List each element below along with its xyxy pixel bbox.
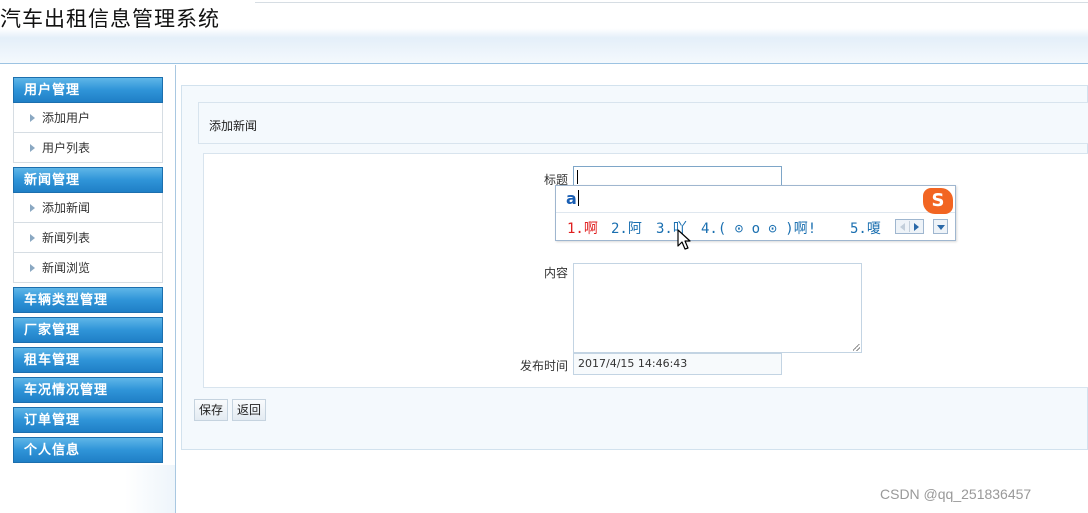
menu-group-profile: 个人信息: [13, 437, 163, 463]
menu-head-user-management[interactable]: 用户管理: [13, 77, 163, 103]
arrow-right-icon: [30, 144, 35, 152]
ime-candidate[interactable]: 5.嗄: [850, 218, 881, 238]
sidebar-item-add-user[interactable]: 添加用户: [13, 103, 163, 133]
menu-head-manufacturer[interactable]: 厂家管理: [13, 317, 163, 343]
menu-head-vehicle-condition[interactable]: 车况情况管理: [13, 377, 163, 403]
section-title: 添加新闻: [209, 119, 258, 133]
ime-candidate-window: a S 1.啊 2.阿 3.吖 4.( ⊙ o ⊙ )啊! 5.嗄: [555, 185, 956, 241]
ime-composition: a: [566, 189, 579, 208]
sidebar-item-label: 新闻浏览: [42, 261, 91, 275]
menu-head-news-management[interactable]: 新闻管理: [13, 167, 163, 193]
publish-time-input[interactable]: 2017/4/15 14:46:43: [573, 353, 782, 375]
content-label: 内容: [543, 266, 568, 280]
app-title: 汽车出租信息管理系统: [0, 7, 220, 31]
ime-composition-text: a: [566, 189, 577, 208]
menu-head-rental[interactable]: 租车管理: [13, 347, 163, 373]
sidebar-item-add-news[interactable]: 添加新闻: [13, 193, 163, 223]
arrow-right-icon: [30, 264, 35, 272]
sidebar-item-label: 添加用户: [42, 111, 91, 125]
ime-caret: [577, 190, 579, 206]
main-panel: 添加新闻 标题 内容 发布时间 2017/4/15 14:46:43 保存 返回: [181, 85, 1088, 450]
mouse-pointer-icon: [677, 229, 691, 250]
publish-time-label: 发布时间: [519, 359, 568, 373]
arrow-right-icon: [30, 114, 35, 122]
sidebar-item-label: 新闻列表: [42, 231, 91, 245]
menu-group-news: 新闻管理 添加新闻 新闻列表 新闻浏览: [13, 167, 163, 283]
ime-composition-bar: a S: [556, 186, 955, 214]
sidebar-item-news-browse[interactable]: 新闻浏览: [13, 253, 163, 283]
back-button[interactable]: 返回: [232, 399, 267, 421]
ime-menu-button[interactable]: [933, 219, 948, 234]
ime-nav-divider: [909, 221, 910, 232]
sogou-logo-icon[interactable]: S: [923, 188, 953, 214]
sidebar-item-user-list[interactable]: 用户列表: [13, 133, 163, 163]
menu-group-manufacturer: 厂家管理: [13, 317, 163, 343]
app-header: 汽车出租信息管理系统: [0, 0, 1088, 64]
ime-candidate[interactable]: 4.( ⊙ o ⊙ )啊!: [701, 218, 816, 238]
menu-head-orders[interactable]: 订单管理: [13, 407, 163, 433]
ime-page-nav: [895, 219, 924, 234]
save-button[interactable]: 保存: [194, 399, 229, 421]
sidebar-fade: [125, 465, 175, 513]
section-header: 添加新闻: [198, 102, 1088, 144]
arrow-right-icon: [30, 234, 35, 242]
menu-group-vehicle-type: 车辆类型管理: [13, 287, 163, 313]
menu-group-user: 用户管理 添加用户 用户列表: [13, 77, 163, 163]
menu-group-orders: 订单管理: [13, 407, 163, 433]
sidebar-item-label: 添加新闻: [42, 201, 91, 215]
menu-head-vehicle-type[interactable]: 车辆类型管理: [13, 287, 163, 313]
sidebar-item-news-list[interactable]: 新闻列表: [13, 223, 163, 253]
arrow-left-icon[interactable]: [900, 223, 905, 231]
sidebar-item-label: 用户列表: [42, 141, 91, 155]
ime-candidate[interactable]: 1.啊: [567, 218, 598, 238]
menu-group-vehicle-condition: 车况情况管理: [13, 377, 163, 403]
menu-group-rental: 租车管理: [13, 347, 163, 373]
resize-grip-icon[interactable]: [853, 344, 860, 351]
menu-head-profile[interactable]: 个人信息: [13, 437, 163, 463]
chevron-down-icon: [937, 225, 945, 230]
ime-candidate[interactable]: 2.阿: [611, 218, 642, 238]
arrow-right-icon[interactable]: [914, 223, 919, 231]
text-caret: [577, 170, 578, 184]
header-divider: [255, 2, 1088, 3]
content-textarea[interactable]: [573, 263, 862, 353]
arrow-right-icon: [30, 204, 35, 212]
watermark: CSDN @qq_251836457: [880, 486, 1032, 502]
